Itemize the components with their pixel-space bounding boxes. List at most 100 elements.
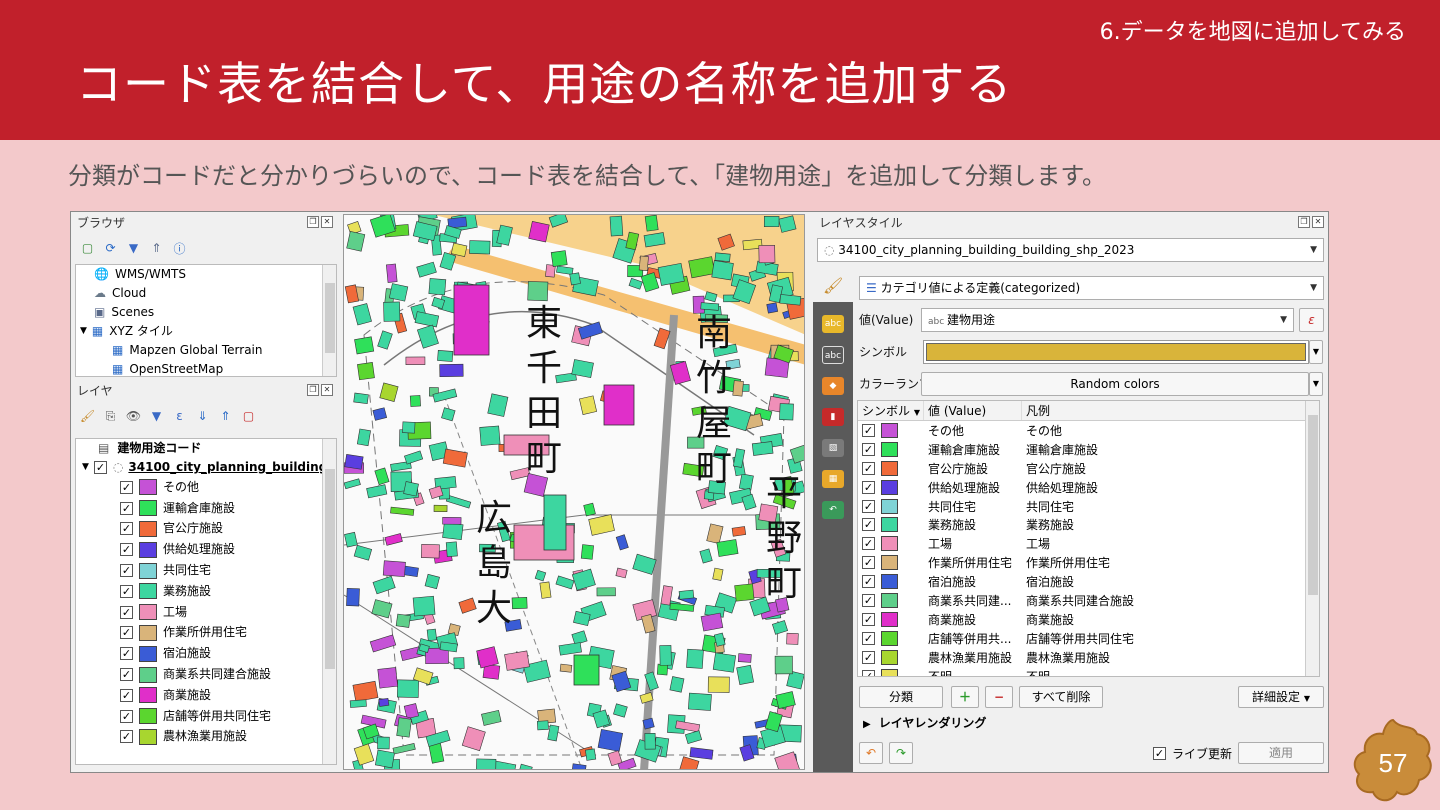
category-checkbox[interactable]: ✓ — [862, 518, 875, 532]
category-checkbox[interactable]: ✓ — [862, 442, 875, 456]
category-swatch[interactable] — [881, 441, 898, 457]
legend-checkbox[interactable]: ✓ — [120, 730, 133, 744]
add-class-button[interactable]: ＋ — [951, 686, 979, 708]
advanced-button[interactable]: 詳細設定 ▼ — [1238, 686, 1324, 708]
float-icon[interactable]: ❐ — [1298, 216, 1310, 228]
legend-checkbox[interactable]: ✓ — [120, 626, 133, 640]
visibility-icon[interactable]: 👁 — [125, 408, 142, 425]
browser-item-cloud[interactable]: ☁ Cloud — [76, 284, 336, 303]
browser-item-mapzen[interactable]: ▦ Mapzen Global Terrain — [76, 341, 336, 360]
layer-select[interactable]: ◌ 34100_city_planning_building_building_… — [817, 238, 1324, 262]
apply-button[interactable]: 適用 — [1238, 742, 1324, 764]
category-value[interactable]: 運輸倉庫施設 — [924, 441, 1022, 458]
category-checkbox[interactable]: ✓ — [862, 631, 875, 645]
legend-item[interactable]: ✓ 商業系共同建合施設 — [76, 664, 336, 685]
browser-item-scenes[interactable]: ▣ Scenes — [76, 303, 336, 322]
symbol-button[interactable] — [923, 340, 1309, 364]
category-row[interactable]: ✓ 商業施設 商業施設 — [858, 610, 1319, 629]
expand-arrow-icon[interactable]: ▼ — [82, 458, 89, 477]
scroll-thumb[interactable] — [325, 283, 335, 353]
layer-rendering-section[interactable]: ▶ レイヤレンダリング — [863, 714, 986, 731]
refresh-icon[interactable]: ⟳ — [102, 240, 119, 257]
category-swatch[interactable] — [881, 592, 898, 608]
category-swatch[interactable] — [881, 536, 898, 552]
category-row[interactable]: ✓ 工場 工場 — [858, 534, 1319, 553]
browser-item-xyz[interactable]: ▼ ▦ XYZ タイル — [76, 322, 336, 341]
layer-item-code-table[interactable]: ▤ 建物用途コード — [76, 439, 336, 458]
layers-scrollbar[interactable] — [322, 439, 336, 764]
delete-all-button[interactable]: すべて削除 — [1019, 686, 1103, 708]
renderer-select[interactable]: ☰ カテゴリ値による定義(categorized) ▼ — [859, 276, 1324, 300]
category-swatch[interactable] — [881, 611, 898, 627]
category-legend[interactable]: 作業所併用住宅 — [1022, 554, 1302, 571]
col-symbol[interactable]: シンボル ▼ — [858, 401, 924, 420]
paintbrush-icon[interactable]: 🖌 — [823, 276, 843, 295]
masks-icon[interactable]: abc — [822, 346, 844, 364]
category-swatch[interactable] — [881, 630, 898, 646]
category-swatch[interactable] — [881, 574, 898, 590]
category-value[interactable]: 商業系共同建... — [924, 592, 1022, 609]
category-checkbox[interactable]: ✓ — [862, 650, 875, 664]
collapse-all-icon[interactable]: ⇑ — [148, 240, 165, 257]
category-row[interactable]: ✓ 不明 不明 — [858, 667, 1319, 676]
symbol-dropdown-button[interactable]: ▼ — [1309, 340, 1323, 364]
filter-legend-icon[interactable]: ▼ — [148, 408, 165, 425]
3d-view-icon[interactable]: ◆ — [822, 377, 844, 395]
category-value[interactable]: 官公庁施設 — [924, 460, 1022, 477]
category-legend[interactable]: 不明 — [1022, 668, 1302, 676]
info-icon[interactable]: ⓘ — [171, 240, 188, 257]
category-checkbox[interactable]: ✓ — [862, 461, 875, 475]
category-row[interactable]: ✓ 店舗等併用共... 店舗等併用共同住宅 — [858, 629, 1319, 648]
browser-scrollbar[interactable] — [322, 265, 336, 376]
legend-item[interactable]: ✓ 業務施設 — [76, 581, 336, 602]
legend-item[interactable]: ✓ その他 — [76, 477, 336, 498]
category-value[interactable]: 不明 — [924, 668, 1022, 676]
diagrams-icon[interactable]: ▮ — [822, 408, 844, 426]
value-field-select[interactable]: abc 建物用途 ▼ — [921, 308, 1294, 332]
legend-checkbox[interactable]: ✓ — [120, 605, 133, 619]
category-value[interactable]: 作業所併用住宅 — [924, 554, 1022, 571]
browser-item-osm[interactable]: ▦ OpenStreetMap — [76, 360, 336, 376]
category-legend[interactable]: 運輸倉庫施設 — [1022, 441, 1302, 458]
live-update-checkbox[interactable]: ✓ — [1153, 747, 1166, 760]
category-value[interactable]: 業務施設 — [924, 516, 1022, 533]
layer-checkbox[interactable]: ✓ — [93, 461, 107, 474]
category-row[interactable]: ✓ 共同住宅 共同住宅 — [858, 497, 1319, 516]
float-icon[interactable]: ❐ — [307, 384, 319, 396]
close-icon[interactable]: ✕ — [321, 384, 333, 396]
redo-button[interactable]: ↷ — [889, 742, 913, 764]
browser-item-wms[interactable]: 🌐 WMS/WMTS — [76, 265, 336, 284]
category-swatch[interactable] — [881, 649, 898, 665]
remove-layer-icon[interactable]: ▢ — [240, 408, 257, 425]
category-swatch[interactable] — [881, 460, 898, 476]
category-legend[interactable]: 業務施設 — [1022, 516, 1302, 533]
legend-checkbox[interactable]: ✓ — [120, 647, 133, 661]
fields-icon[interactable]: ▧ — [822, 439, 844, 457]
expression-button[interactable]: ε — [1299, 308, 1324, 332]
expression-filter-icon[interactable]: ε — [171, 408, 188, 425]
close-icon[interactable]: ✕ — [1312, 216, 1324, 228]
undo-button[interactable]: ↶ — [859, 742, 883, 764]
category-checkbox[interactable]: ✓ — [862, 575, 875, 589]
category-legend[interactable]: 店舗等併用共同住宅 — [1022, 630, 1302, 647]
category-row[interactable]: ✓ 供給処理施設 供給処理施設 — [858, 478, 1319, 497]
legend-item[interactable]: ✓ 宿泊施設 — [76, 643, 336, 664]
category-value[interactable]: 工場 — [924, 535, 1022, 552]
expand-arrow-icon[interactable]: ▼ — [80, 322, 87, 341]
category-value[interactable]: 供給処理施設 — [924, 479, 1022, 496]
category-value[interactable]: 商業施設 — [924, 611, 1022, 628]
category-row[interactable]: ✓ 作業所併用住宅 作業所併用住宅 — [858, 553, 1319, 572]
layer-item-shp[interactable]: ▼ ✓ ◌ 34100_city_planning_building_b — [76, 458, 336, 477]
category-swatch[interactable] — [881, 517, 898, 533]
actions-icon[interactable]: ▦ — [822, 470, 844, 488]
classify-button[interactable]: 分類 — [859, 686, 943, 708]
category-legend[interactable]: 工場 — [1022, 535, 1302, 552]
scroll-thumb[interactable] — [1308, 415, 1318, 595]
category-swatch[interactable] — [881, 555, 898, 571]
category-checkbox[interactable]: ✓ — [862, 480, 875, 494]
color-ramp-button[interactable]: Random colors — [921, 372, 1309, 396]
add-selected-icon[interactable]: ▢ — [79, 240, 96, 257]
category-checkbox[interactable]: ✓ — [862, 612, 875, 626]
live-update-toggle[interactable]: ✓ ライブ更新 — [1153, 745, 1232, 762]
expand-all-icon[interactable]: ⇓ — [194, 408, 211, 425]
